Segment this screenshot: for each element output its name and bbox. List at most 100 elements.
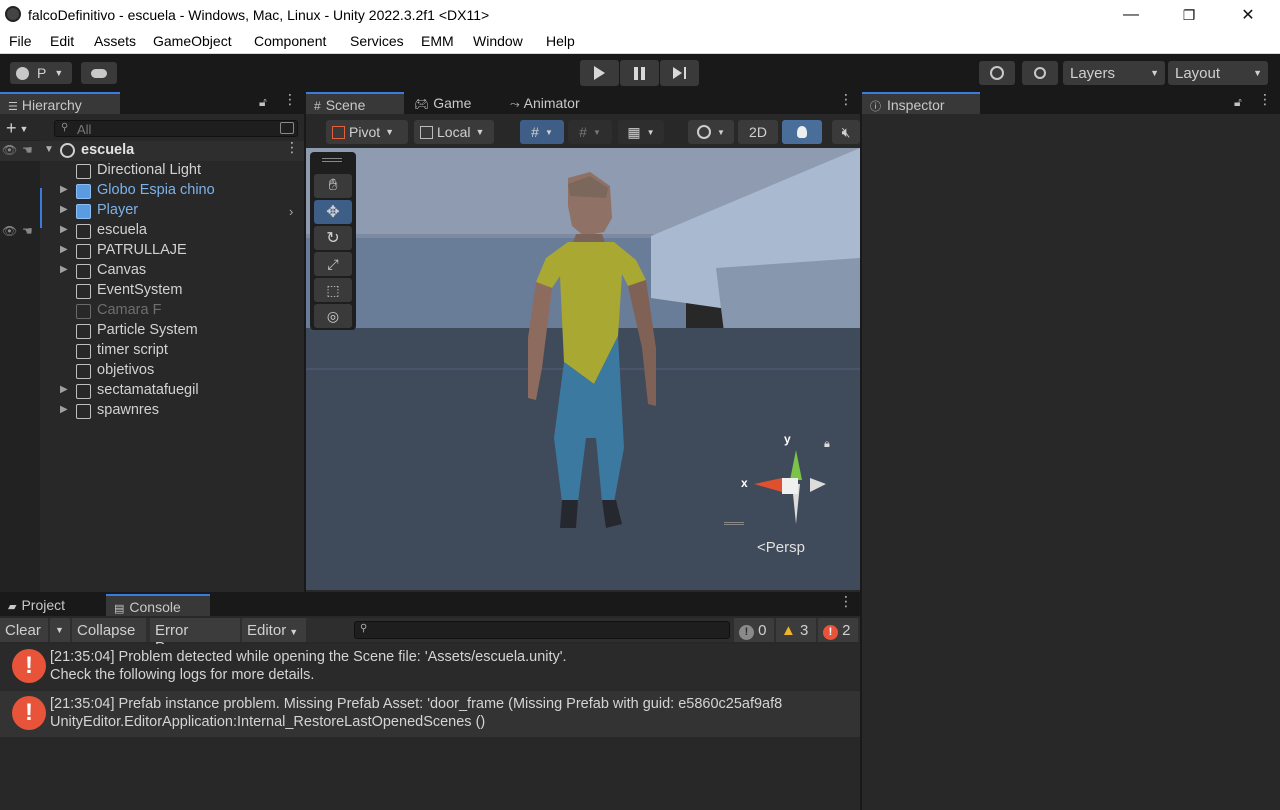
shading-mode-button[interactable]: ▼ [688, 120, 734, 144]
pickable-hand-icon[interactable]: ☚ [22, 224, 33, 238]
visibility-eye-icon[interactable]: 👁︎ [2, 224, 17, 238]
warning-count-toggle[interactable]: ▲ 3 [776, 618, 816, 642]
palette-drag-handle[interactable] [322, 158, 342, 162]
tab-game[interactable]: 🎮︎ Game [406, 92, 498, 114]
snap-increment-button[interactable]: # ▼ [568, 120, 612, 144]
cloud-button[interactable] [81, 62, 117, 84]
console-message[interactable]: ! [21:35:04] Prefab instance problem. Mi… [0, 691, 860, 737]
minimize-button[interactable]: — [1102, 0, 1160, 30]
menu-file[interactable]: File [9, 33, 32, 49]
expand-arrow-icon[interactable]: ▶ [60, 184, 68, 195]
error-count-toggle[interactable]: ! 2 [818, 618, 858, 642]
layout-dropdown[interactable]: Layout ▼ [1168, 61, 1268, 85]
gizmo-drag-handle[interactable] [724, 522, 744, 525]
grid-snap-button[interactable]: # ▼ [520, 120, 564, 144]
tab-animator[interactable]: ⤳ Animator [502, 92, 612, 114]
scene-viewport[interactable]: y x 🔒︎ <Persp ✋︎ ✥ ↻ ⤢ ⬚ ◎ [306, 148, 860, 590]
step-bar [684, 67, 686, 79]
tab-scene[interactable]: # Scene [306, 92, 404, 114]
move-tool-button[interactable]: ✥ [314, 200, 352, 224]
expand-arrow-icon[interactable]: ▶ [60, 264, 68, 275]
hierarchy-item[interactable]: timer script [40, 341, 304, 361]
hierarchy-item[interactable]: ▶ PATRULLAJE [40, 241, 304, 261]
menu-component[interactable]: Component [254, 33, 326, 49]
maximize-button[interactable]: ❐ [1160, 0, 1218, 30]
console-menu-icon[interactable]: ⋮ [839, 594, 853, 613]
tab-hierarchy[interactable]: ☰ Hierarchy [0, 92, 120, 114]
pickable-hand-icon[interactable]: ☚ [22, 143, 33, 157]
hand-tool-button[interactable]: ✋︎ [314, 174, 352, 198]
audio-toggle-button[interactable]: 🔇︎ [832, 120, 860, 144]
pivot-dropdown[interactable]: Pivot ▼ [326, 120, 408, 144]
menu-window[interactable]: Window [473, 33, 523, 49]
play-button[interactable] [580, 60, 619, 86]
grid-visibility-button[interactable]: ▦ ▼ [618, 120, 664, 144]
tab-console[interactable]: ▤ Console [106, 594, 210, 616]
scene-root-row[interactable]: 👁︎ ☚ ▼ escuela ⋮ [0, 140, 304, 161]
hierarchy-item[interactable]: Particle System [40, 321, 304, 341]
local-dropdown[interactable]: Local ▼ [414, 120, 494, 144]
expand-arrow-icon[interactable]: ▶ [60, 224, 68, 235]
2d-toggle-button[interactable]: 2D [738, 120, 778, 144]
hierarchy-search-input[interactable]: ⚲ All [54, 120, 298, 137]
history-button[interactable] [979, 61, 1015, 85]
gameobject-cube-icon [76, 404, 91, 419]
lock-icon[interactable]: 🔓︎ [1234, 95, 1242, 110]
menu-assets[interactable]: Assets [94, 33, 136, 49]
console-message[interactable]: ! [21:35:04] Problem detected while open… [0, 644, 860, 690]
visibility-eye-icon[interactable]: 👁︎ [2, 143, 17, 157]
console-search-input[interactable]: ⚲ [354, 621, 730, 639]
scene-menu-icon[interactable]: ⋮ [839, 92, 853, 111]
gizmo-lock-icon[interactable]: 🔒︎ [824, 438, 830, 451]
close-button[interactable]: ✕ [1219, 0, 1277, 30]
inspector-menu-icon[interactable]: ⋮ [1258, 92, 1272, 111]
menu-gameobject[interactable]: GameObject [153, 33, 232, 49]
lighting-toggle-button[interactable] [782, 120, 822, 144]
search-button[interactable] [1022, 61, 1058, 85]
menu-emm[interactable]: EMM [421, 33, 454, 49]
hierarchy-item[interactable]: ▶ spawnres [40, 401, 304, 421]
hierarchy-item[interactable]: ▶ Player [40, 201, 304, 221]
hierarchy-item[interactable]: EventSystem [40, 281, 304, 301]
add-object-button[interactable]: + ▼ [6, 118, 28, 139]
clear-options-dropdown[interactable]: ▼ [50, 618, 70, 642]
rotate-tool-button[interactable]: ↻ [314, 226, 352, 250]
hierarchy-item[interactable]: Camara F [40, 301, 304, 321]
editor-dropdown[interactable]: Editor ▼ [242, 618, 306, 642]
transform-tool-button[interactable]: ◎ [314, 304, 352, 328]
expand-arrow-icon[interactable]: ▼ [44, 144, 54, 155]
search-filter-icon[interactable] [280, 122, 294, 134]
rect-tool-button[interactable]: ⬚ [314, 278, 352, 302]
collapse-toggle[interactable]: Collapse [72, 618, 146, 642]
tab-project[interactable]: ▰ Project [0, 594, 104, 616]
hierarchy-item[interactable]: ▶ escuela [40, 221, 304, 241]
hierarchy-menu-icon[interactable]: ⋮ [283, 92, 297, 111]
inspector-panel: ⓘ Inspector 🔓︎ ⋮ [862, 92, 1280, 810]
cloud-icon [91, 68, 107, 78]
hierarchy-item[interactable]: Directional Light [40, 161, 304, 181]
chevron-right-icon[interactable]: › [289, 204, 293, 219]
menu-services[interactable]: Services [350, 33, 404, 49]
hierarchy-item[interactable]: ▶ Globo Espia chino [40, 181, 304, 201]
scene-menu-icon[interactable]: ⋮ [285, 140, 299, 159]
expand-arrow-icon[interactable]: ▶ [60, 244, 68, 255]
scale-tool-button[interactable]: ⤢ [314, 252, 352, 276]
persp-toggle[interactable]: <Persp [757, 539, 805, 556]
hierarchy-item[interactable]: ▶ sectamatafuegil [40, 381, 304, 401]
menu-help[interactable]: Help [546, 33, 575, 49]
account-dropdown[interactable]: P ▼ [10, 62, 72, 84]
tab-inspector[interactable]: ⓘ Inspector [862, 92, 980, 114]
info-count-toggle[interactable]: ! 0 [734, 618, 774, 642]
expand-arrow-icon[interactable]: ▶ [60, 384, 68, 395]
layers-dropdown[interactable]: Layers ▼ [1063, 61, 1165, 85]
lock-icon[interactable]: 🔓︎ [259, 95, 267, 110]
step-button[interactable] [660, 60, 699, 86]
hierarchy-item[interactable]: ▶ Canvas [40, 261, 304, 281]
clear-button[interactable]: Clear [0, 618, 48, 642]
expand-arrow-icon[interactable]: ▶ [60, 204, 68, 215]
menu-edit[interactable]: Edit [50, 33, 74, 49]
pause-button[interactable] [620, 60, 659, 86]
expand-arrow-icon[interactable]: ▶ [60, 404, 68, 415]
hierarchy-item[interactable]: objetivos [40, 361, 304, 381]
error-pause-toggle[interactable]: Error Pause [150, 618, 240, 656]
